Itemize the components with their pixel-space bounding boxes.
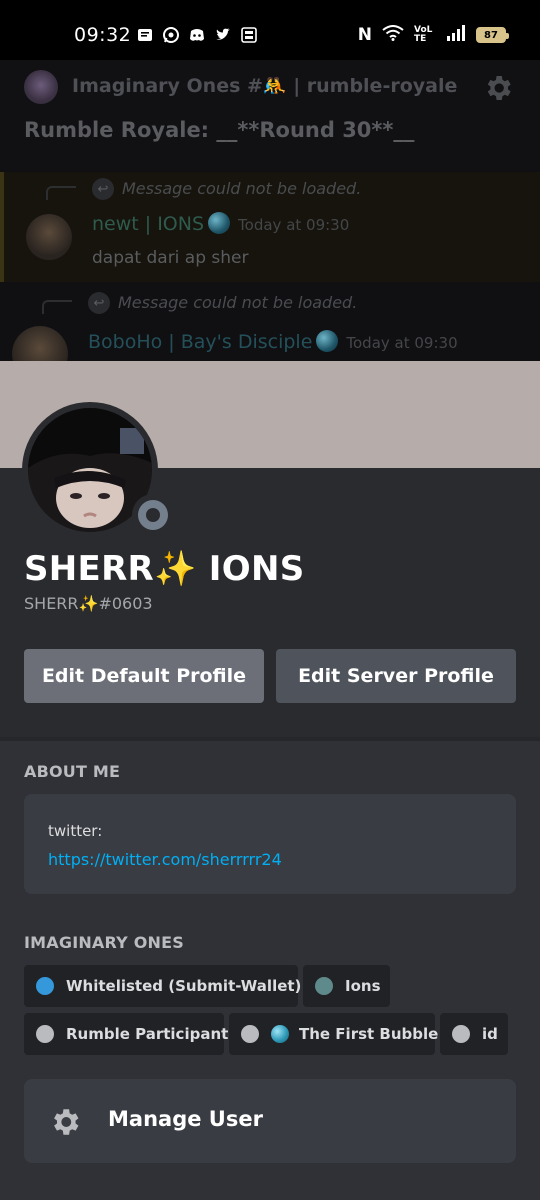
- battery-indicator: 87: [476, 27, 509, 43]
- whatsapp-icon: [162, 26, 180, 44]
- profile-content: ABOUT ME twitter: https://twitter.com/sh…: [0, 737, 540, 1200]
- reply-icon: ↩: [92, 178, 114, 200]
- role-color-dot: [36, 1025, 54, 1043]
- role-chip-rumble-participant[interactable]: Rumble Participant: [24, 1013, 228, 1055]
- role-name: id: [482, 1025, 498, 1043]
- role-chip-ions[interactable]: Ions: [303, 965, 390, 1007]
- role-name: Whitelisted (Submit-Wallet): [66, 977, 302, 995]
- role-chip-whitelisted[interactable]: Whitelisted (Submit-Wallet): [24, 965, 302, 1007]
- message-text: dapat dari ap sher: [92, 248, 249, 268]
- status-indicators: N VoLTE 87: [357, 25, 509, 45]
- status-indicator: [132, 494, 174, 536]
- wifi-icon: [382, 25, 404, 45]
- signal-icon: [446, 25, 466, 45]
- role-name: The First Bubble: [299, 1025, 439, 1043]
- role-color-dot: [452, 1025, 470, 1043]
- bubble-icon: [208, 212, 231, 234]
- chat-message: ↩ Message could not be loaded. newt | IO…: [0, 172, 540, 282]
- author-avatar: [26, 214, 72, 260]
- notification-icons: [136, 26, 258, 44]
- reply-icon: ↩: [88, 292, 110, 314]
- author-name-row: BoboHo | Bay's Disciple Today at 09:30: [88, 330, 458, 353]
- bubble-icon: [316, 330, 339, 352]
- manage-user-button[interactable]: Manage User: [24, 1079, 516, 1163]
- gear-icon: [48, 1105, 82, 1139]
- chat-background: Imaginary Ones #🤼 | rumble-royale Rumble…: [0, 60, 540, 362]
- user-tag: SHERR✨#0603: [24, 594, 153, 613]
- offline-status-dot: [138, 500, 168, 530]
- about-me-text: twitter:: [48, 822, 103, 840]
- reply-connector: [46, 186, 76, 200]
- author-name: newt | IONS: [92, 213, 205, 235]
- divider: [0, 737, 540, 741]
- edit-server-profile-button[interactable]: Edit Server Profile: [276, 649, 516, 703]
- about-me-heading: ABOUT ME: [24, 762, 121, 781]
- channel-topic: Rumble Royale: __**Round 30**__: [24, 118, 415, 142]
- reply-note: Message could not be loaded.: [122, 179, 362, 198]
- role-color-dot: [36, 977, 54, 995]
- role-name: Rumble Participant: [66, 1025, 229, 1043]
- status-time: 09:32: [74, 24, 132, 46]
- role-chip-first-bubble[interactable]: The First Bubble: [229, 1013, 439, 1055]
- reply-note: Message could not be loaded.: [118, 293, 358, 312]
- role-chip-id[interactable]: id: [440, 1013, 508, 1055]
- gear-icon: [482, 72, 514, 104]
- discord-icon: [188, 26, 206, 44]
- channel-title: Imaginary Ones #🤼 | rumble-royale: [72, 75, 458, 97]
- about-me-card: twitter: https://twitter.com/sherrrrr24: [24, 794, 516, 894]
- twitter-icon: [214, 26, 232, 44]
- roles-heading: IMAGINARY ONES: [24, 933, 184, 952]
- display-name: SHERR✨ IONS: [24, 549, 305, 589]
- avatar-frame: [22, 402, 174, 538]
- reply-connector: [42, 300, 72, 314]
- author-name-row: newt | IONS Today at 09:30: [92, 212, 349, 235]
- role-color-dot: [315, 977, 333, 995]
- twitter-link[interactable]: https://twitter.com/sherrrrr24: [48, 850, 282, 869]
- chat-message: ↩ Message could not be loaded. BoboHo | …: [0, 288, 540, 362]
- server-avatar: [24, 70, 58, 104]
- messages-icon: [136, 26, 154, 44]
- role-name: Ions: [345, 977, 381, 995]
- channel-header: Imaginary Ones #🤼 | rumble-royale Rumble…: [0, 60, 540, 170]
- bubble-icon: [271, 1025, 289, 1043]
- message-time: Today at 09:30: [238, 216, 350, 234]
- role-color-dot: [241, 1025, 259, 1043]
- volte-label: VoLTE: [414, 25, 433, 44]
- message-time: Today at 09:30: [346, 334, 458, 352]
- author-name: BoboHo | Bay's Disciple: [88, 331, 313, 353]
- user-profile-sheet: SHERR✨ IONS SHERR✨#0603 Edit Default Pro…: [0, 361, 540, 1200]
- nfc-icon: N: [357, 25, 372, 45]
- manage-user-label: Manage User: [108, 1107, 263, 1131]
- app-icon: [240, 26, 258, 44]
- edit-default-profile-button[interactable]: Edit Default Profile: [24, 649, 264, 703]
- author-avatar: [12, 326, 68, 362]
